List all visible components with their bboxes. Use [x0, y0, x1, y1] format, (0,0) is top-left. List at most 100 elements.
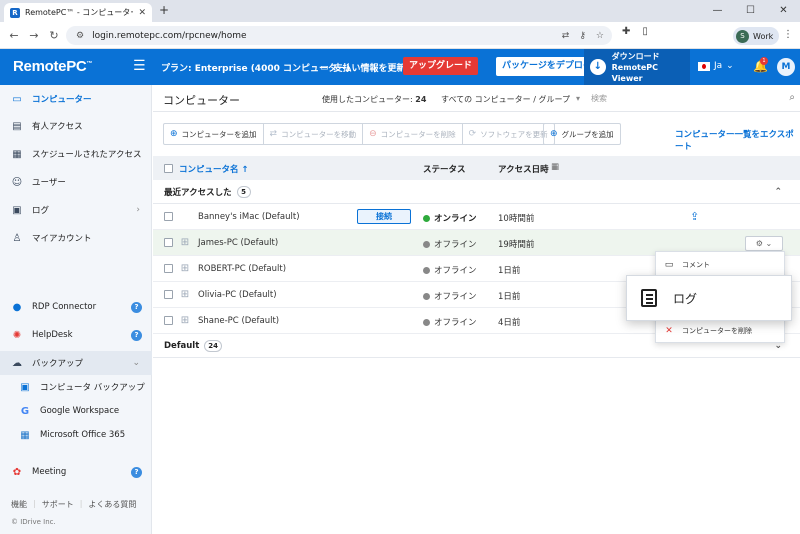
card-icon: ▭ [320, 62, 329, 73]
profile-label: Work [753, 31, 774, 41]
close-window-icon[interactable]: ✕ [767, 0, 800, 22]
chevron-up-icon[interactable]: ⌃ [774, 187, 782, 197]
row-checkbox[interactable] [164, 290, 173, 299]
sidebar-item-meeting[interactable]: ✿ Meeting ? [0, 460, 152, 484]
access-time: 1日前 [498, 292, 521, 302]
forward-icon[interactable]: → [24, 29, 44, 42]
column-computer-name[interactable]: コンピュータ名 ↑ [179, 163, 249, 175]
settings-dropdown-button[interactable]: ⚙ ⌄ [745, 236, 783, 251]
footer-link-support[interactable]: サポート [42, 499, 74, 510]
address-bar: ← → ↻ ⚙ login.remotepc.com/rpcnew/home ⇄… [0, 22, 800, 49]
delete-computer-button[interactable]: ⊖ コンピューターを削除 [363, 124, 463, 144]
sidebar-item-computer-backup[interactable]: ▣ コンピュータ バックアップ [0, 375, 152, 399]
extensions-icon[interactable]: ✚ [622, 26, 630, 37]
search-icon[interactable]: ⌕ [789, 92, 795, 103]
chevron-down-icon: ⌄ [726, 61, 734, 71]
add-computer-button[interactable]: ⊕ コンピューターを追加 [164, 124, 264, 144]
sidebar-item-google-workspace[interactable]: G Google Workspace [0, 399, 152, 423]
computer-name: Banney's iMac (Default) [198, 212, 300, 222]
help-icon[interactable]: ? [131, 329, 142, 341]
profile-chip[interactable]: S Work [733, 27, 780, 45]
group-count-badge: 5 [236, 185, 251, 198]
status: オンライン [423, 212, 477, 224]
hamburger-menu-icon[interactable]: ☰ [133, 58, 146, 74]
help-icon[interactable]: ? [131, 466, 142, 478]
footer-link-faq[interactable]: よくある質問 [88, 499, 136, 510]
main-header: コンピューター 使用したコンピューター: 24 すべての コンピューター / グ… [153, 85, 800, 112]
group-row-recent[interactable]: 最近アクセスした 5 ⌃ [153, 180, 800, 204]
export-computer-list-link[interactable]: コンピューター一覧をエクスポート [675, 128, 800, 152]
update-software-icon: ⟳ [468, 129, 477, 139]
connect-button[interactable]: 接続 [357, 209, 411, 224]
back-icon[interactable]: ← [4, 29, 24, 42]
bookmark-star-icon[interactable]: ☆ [596, 31, 604, 41]
sidebar-item-users[interactable]: ☺ ユーザー [0, 170, 152, 194]
row-checkbox[interactable] [164, 316, 173, 325]
sidebar-item-backup[interactable]: ☁ バックアップ ⌄ [0, 351, 152, 375]
row-checkbox[interactable] [164, 212, 173, 221]
notification-bell-icon[interactable]: 🔔 1 [753, 57, 768, 73]
minimize-icon[interactable]: — [701, 0, 734, 22]
sidebar-item-rdp-connector[interactable]: ● RDP Connector ? [0, 295, 152, 319]
browser-menu-icon[interactable]: ⋮ [783, 29, 793, 40]
table-row[interactable]: Banney's iMac (Default) 接続 オンライン 10時間前 ⇪ [153, 204, 800, 230]
row-checkbox[interactable] [164, 264, 173, 273]
help-icon[interactable]: ? [131, 301, 142, 313]
site-info-icon[interactable]: ⚙ [76, 31, 84, 41]
sidebar-item-helpdesk[interactable]: ✺ HelpDesk ? [0, 323, 152, 347]
computer-name: Olivia-PC (Default) [198, 290, 277, 300]
search-input[interactable]: 検索 ⌕ [591, 92, 799, 104]
windows-icon: ⊞ [180, 315, 190, 326]
update-billing-link[interactable]: ▭ 支払い情報を更新 [320, 61, 406, 75]
log-list-icon [641, 289, 657, 307]
cloud-backup-icon: ☁ [12, 357, 22, 369]
language-selector[interactable]: Ja ⌄ [698, 61, 734, 71]
sidebar-item-attended-access[interactable]: ▤ 有人アクセス [0, 114, 152, 138]
cloud-upload-icon[interactable]: ⇪ [690, 210, 699, 223]
reload-icon[interactable]: ↻ [44, 29, 64, 42]
computer-name: James-PC (Default) [198, 238, 279, 248]
sidebar-toggle-icon[interactable]: ▯ [642, 26, 648, 37]
browser-tab[interactable]: R RemotePC™ - コンピューター ✕ [4, 3, 152, 22]
log-icon: ▣ [12, 204, 22, 216]
download-icon: ↓ [590, 59, 606, 75]
offline-dot-icon [423, 292, 430, 300]
download-viewer-button[interactable]: ↓ ダウンロード RemotePC Viewer [584, 49, 690, 85]
sidebar-item-computers[interactable]: ▭ コンピューター [0, 87, 152, 111]
online-dot-icon [423, 214, 430, 222]
screen-share-icon: ▤ [12, 120, 22, 132]
status: オフライン [423, 316, 477, 328]
new-tab-icon[interactable]: + [159, 3, 169, 17]
used-computers: 使用したコンピューター: 24 [322, 95, 427, 104]
add-group-button[interactable]: ⊕ グループを追加 [543, 123, 621, 145]
group-selector[interactable]: すべての コンピューター / グループ [441, 94, 580, 105]
sidebar-item-my-account[interactable]: ♙ マイアカウント [0, 226, 152, 250]
sidebar-item-scheduled-access[interactable]: ▦ スケジュールされたアクセス [0, 142, 152, 166]
sidebar-item-office365[interactable]: ▦ Microsoft Office 365 [0, 423, 152, 447]
access-time: 10時間前 [498, 214, 535, 224]
menu-item-comment[interactable]: ▭ コメント [656, 254, 786, 276]
menu-item-log[interactable]: ログ [626, 275, 792, 321]
deploy-package-button[interactable]: パッケージをデプロイ [496, 57, 598, 76]
key-icon[interactable]: ⚷ [579, 31, 586, 41]
update-software-button[interactable]: ⟳ ソフトウェアを更新 [463, 124, 554, 144]
status: オフライン [423, 264, 477, 276]
menu-item-delete-computer[interactable]: ✕ コンピューターを削除 [656, 320, 786, 342]
move-computer-button[interactable]: ⇄ コンピューターを移動 [264, 124, 364, 144]
row-checkbox[interactable] [164, 238, 173, 247]
calendar-icon[interactable]: ▦ [551, 162, 559, 172]
url-field[interactable]: ⚙ login.remotepc.com/rpcnew/home ⇄ ⚷ ☆ [66, 26, 612, 45]
helpdesk-lifebuoy-icon: ✺ [12, 329, 22, 341]
select-all-checkbox[interactable] [164, 164, 173, 173]
japan-flag-icon [698, 61, 710, 71]
user-avatar[interactable]: M [777, 58, 795, 76]
remotepc-logo[interactable]: RemotePC™ [13, 58, 92, 75]
table-header: コンピュータ名 ↑ ステータス アクセス日時 ▦ [153, 156, 800, 180]
calendar-icon: ▦ [12, 148, 22, 160]
close-tab-icon[interactable]: ✕ [138, 8, 146, 18]
sidebar-item-logs[interactable]: ▣ ログ › [0, 198, 152, 222]
maximize-icon[interactable]: ☐ [734, 0, 767, 22]
upgrade-button[interactable]: アップグレード [403, 57, 479, 75]
translate-icon[interactable]: ⇄ [562, 31, 570, 41]
footer-link-features[interactable]: 機能 [11, 499, 27, 510]
